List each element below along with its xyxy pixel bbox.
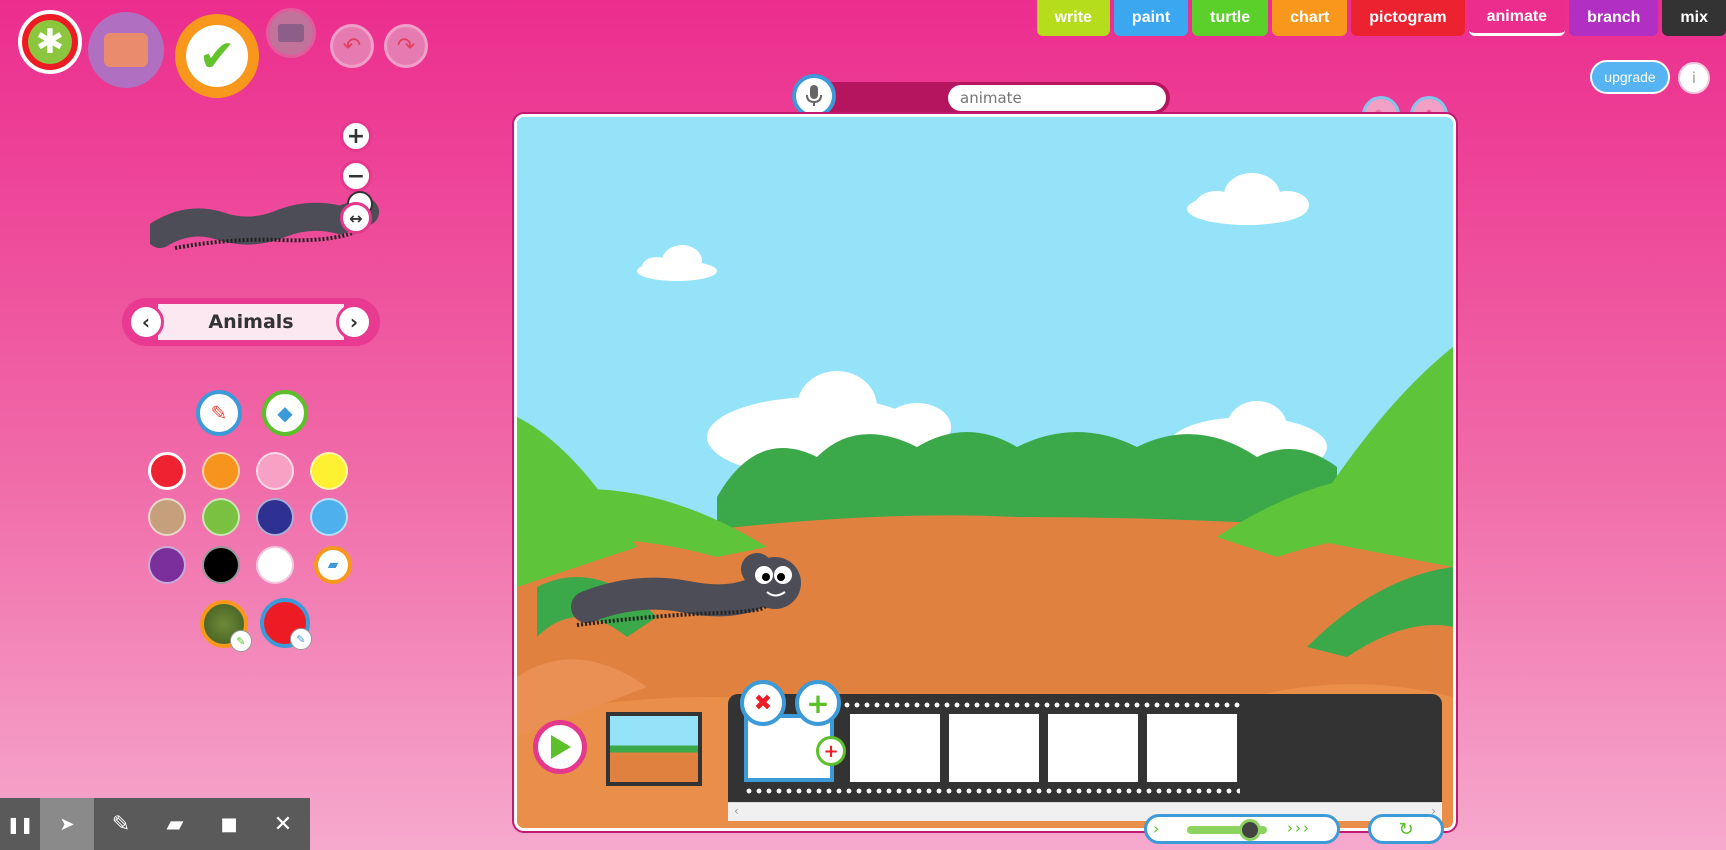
color-swatch[interactable] (310, 498, 348, 536)
flip-arrows-icon: ↔ (349, 208, 363, 228)
color-swatch[interactable] (202, 546, 240, 584)
texture-swatch[interactable]: ✎ (200, 600, 252, 652)
redo-icon: ↷ (396, 33, 416, 59)
tab-mix[interactable]: mix (1662, 0, 1726, 36)
color-swatch[interactable] (256, 498, 294, 536)
redo-button[interactable]: ↷ (384, 24, 428, 68)
reload-icon: ↻ (1398, 818, 1414, 840)
tab-animate[interactable]: animate (1468, 0, 1566, 36)
filmstrip-perforations-top (842, 702, 1242, 708)
frame-3[interactable] (949, 714, 1039, 782)
color-swatch[interactable] (202, 452, 240, 490)
app-tabs: write paint turtle chart pictogram animate bra… (1033, 0, 1726, 36)
pause-button[interactable]: ❚❚ (0, 798, 40, 850)
delete-frame-button[interactable]: ✖ (740, 680, 786, 726)
close-icon: ✖ (753, 690, 773, 716)
tab-write[interactable]: write (1036, 0, 1110, 36)
save-check-bg: ✔ (186, 25, 248, 87)
cursor-icon: ➤ (59, 813, 75, 835)
category-label-box: Animals (158, 304, 344, 340)
fast-icon: ››› (1287, 819, 1311, 837)
color-swatch[interactable] (256, 546, 294, 584)
play-icon (551, 735, 571, 759)
upgrade-button[interactable]: upgrade (1590, 60, 1670, 94)
mic-button[interactable] (792, 74, 836, 118)
frame-5[interactable] (1147, 714, 1237, 782)
background-thumbnail[interactable] (606, 712, 702, 786)
plus-icon: + (346, 123, 366, 149)
chevron-right-icon: › (349, 310, 359, 334)
tab-paint[interactable]: paint (1113, 0, 1189, 36)
color-swatch[interactable] (202, 498, 240, 536)
current-color-swatch[interactable]: ✎ (260, 598, 312, 650)
color-swatch[interactable] (256, 452, 294, 490)
frame-2[interactable] (850, 714, 940, 782)
info-button[interactable]: i (1678, 62, 1710, 94)
tab-turtle[interactable]: turtle (1192, 0, 1269, 36)
save-button[interactable]: ✔ (175, 14, 259, 98)
brush-icon: ✎ (210, 401, 228, 425)
camera-icon: ■ (220, 813, 238, 835)
select-button[interactable]: ➤ (40, 798, 94, 850)
print-button[interactable] (266, 8, 316, 58)
eraser-tool[interactable]: ▰ (314, 546, 352, 584)
add-frame-button[interactable]: + (795, 680, 841, 726)
new-button[interactable]: ✱ (18, 10, 82, 74)
close-icon: ✕ (273, 811, 293, 837)
plus-icon: + (823, 740, 839, 762)
pause-icon: ❚❚ (6, 814, 34, 834)
tab-pictogram[interactable]: pictogram (1351, 0, 1465, 36)
bucket-icon: ◆ (277, 401, 293, 425)
recording-toolbar: ❚❚ ➤ ✎ ▰ ■ ✕ (0, 798, 310, 850)
color-swatch[interactable] (148, 452, 186, 490)
color-swatch[interactable] (148, 498, 186, 536)
folder-icon (104, 33, 148, 67)
tab-branch[interactable]: branch (1569, 0, 1659, 36)
category-label: Animals (208, 311, 294, 333)
color-swatch[interactable] (310, 452, 348, 490)
minus-icon: − (346, 163, 366, 189)
plus-icon: + (806, 686, 830, 720)
eraser-icon: ▰ (166, 811, 184, 837)
title-input[interactable] (948, 85, 1166, 111)
tab-chart[interactable]: chart (1272, 0, 1348, 36)
check-icon: ✔ (198, 30, 236, 82)
close-toolbar-button[interactable]: ✕ (256, 798, 310, 850)
chevron-left-icon: ‹ (734, 804, 739, 818)
add-to-frame-button[interactable]: + (816, 736, 846, 766)
upgrade-label: upgrade (1604, 69, 1656, 85)
color-swatch[interactable] (148, 546, 186, 584)
filmstrip-perforations-bottom (744, 788, 1240, 794)
texture-picker-icon: ✎ (230, 630, 252, 652)
category-prev-button[interactable]: ‹ (128, 304, 164, 340)
flip-button[interactable]: ↔ (340, 202, 372, 234)
eraser-icon: ▰ (327, 557, 339, 573)
category-next-button[interactable]: › (336, 304, 372, 340)
frame-4[interactable] (1048, 714, 1138, 782)
undo-icon: ↶ (342, 33, 362, 59)
printer-icon (278, 24, 304, 42)
speed-handle[interactable] (1239, 819, 1261, 841)
info-icon: i (1691, 69, 1697, 87)
pen-icon: ✎ (111, 811, 131, 837)
loop-button[interactable]: ↻ (1368, 814, 1444, 844)
mic-icon (806, 85, 822, 106)
zoom-in-button[interactable]: + (340, 120, 372, 152)
chevron-left-icon: ‹ (141, 310, 151, 334)
paint-brush-tool[interactable]: ✎ (196, 390, 242, 436)
play-button[interactable] (533, 720, 587, 774)
eraser-button[interactable]: ▰ (148, 798, 202, 850)
paint-bucket-tool[interactable]: ◆ (262, 390, 308, 436)
open-button[interactable] (88, 12, 164, 88)
pen-button[interactable]: ✎ (94, 798, 148, 850)
undo-button[interactable]: ↶ (330, 24, 374, 68)
asterisk-icon: ✱ (28, 20, 72, 64)
eyedropper-icon: ✎ (290, 628, 312, 650)
slow-icon: › (1153, 819, 1160, 838)
speed-slider[interactable]: › ››› (1144, 814, 1340, 844)
camera-button[interactable]: ■ (202, 798, 256, 850)
